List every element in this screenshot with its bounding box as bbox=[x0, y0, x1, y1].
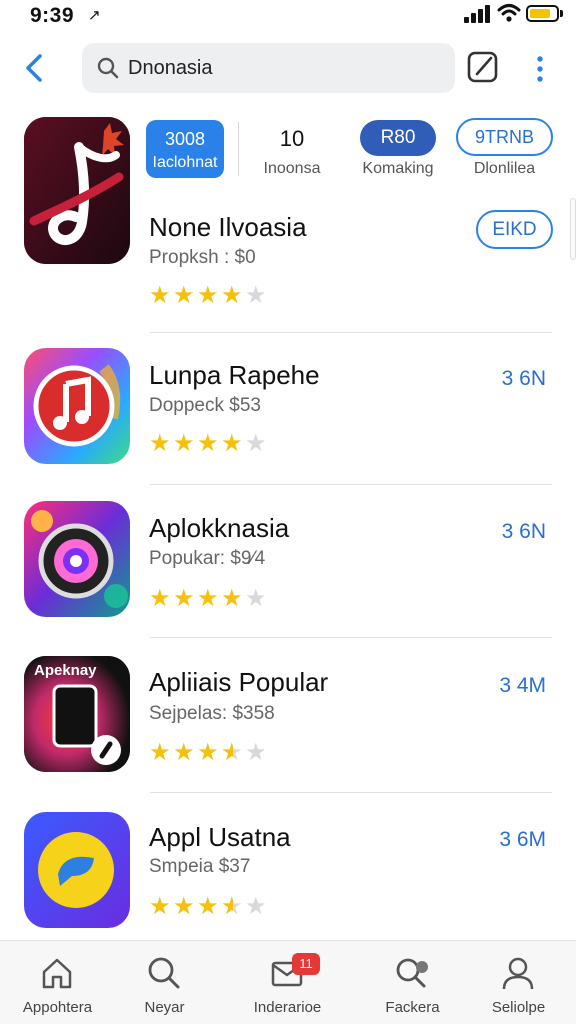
row-divider bbox=[150, 637, 552, 638]
tab-inbox[interactable]: 11 Inderarioe bbox=[230, 941, 345, 1024]
notification-badge: 11 bbox=[292, 953, 320, 975]
star-filled-icon: ★ bbox=[221, 585, 243, 612]
app-rating: ★ ★ ★ ★ ★ bbox=[149, 587, 279, 611]
compass-icon bbox=[24, 501, 130, 617]
featured-app-subtitle: Propksh : $0 bbox=[149, 247, 256, 268]
app-size-button[interactable]: 3 6N bbox=[470, 367, 560, 391]
star-half-icon: ★ ★ bbox=[221, 739, 243, 766]
app-size-button[interactable]: 3 6M bbox=[470, 828, 560, 852]
app-size-button[interactable]: 3 4M bbox=[470, 674, 560, 698]
tab-home[interactable]: Appohtera bbox=[0, 941, 115, 1024]
star-filled-icon: ★ bbox=[149, 430, 171, 457]
tab-label: Neyar bbox=[144, 999, 185, 1016]
status-time: 9:39 bbox=[30, 4, 75, 27]
star-filled-icon: ★ bbox=[173, 893, 195, 920]
metric-pill-label: Iaclohnat bbox=[152, 154, 218, 171]
metric-rank-label: Komaking bbox=[362, 160, 434, 177]
metric-count-label: Inoonsa bbox=[263, 160, 321, 177]
app-subtitle: Smpeia $37 bbox=[149, 856, 251, 877]
metric-rank-pill[interactable]: R80 bbox=[360, 120, 436, 156]
star-filled-icon: ★ bbox=[197, 739, 219, 766]
star-half-icon: ★ ★ bbox=[221, 893, 243, 920]
app-icon-chat[interactable] bbox=[24, 812, 130, 928]
tab-profile[interactable]: Seliolpe bbox=[461, 941, 576, 1024]
star-empty-icon: ★ bbox=[245, 430, 267, 457]
star-filled-icon: ★ bbox=[221, 282, 243, 309]
star-empty-icon: ★ bbox=[245, 585, 267, 612]
star-filled-icon: ★ bbox=[197, 282, 219, 309]
star-filled-icon: ★ bbox=[197, 585, 219, 612]
search-icon bbox=[97, 57, 119, 79]
app-rating: ★ ★ ★ ★ ★ bbox=[149, 432, 279, 456]
metric-age-label: Dlonlilea bbox=[473, 160, 536, 177]
app-rating: ★ ★ ★ ★ ★ ★ bbox=[149, 741, 279, 765]
app-name[interactable]: Lunpa Rapehe bbox=[149, 360, 320, 391]
app-icon-compass[interactable] bbox=[24, 501, 130, 617]
status-bar: 9:39 ↗ bbox=[0, 0, 576, 34]
app-subtitle: Doppeck $53 bbox=[149, 395, 261, 416]
search-input[interactable]: Dnonasia bbox=[82, 43, 455, 93]
app-size-button[interactable]: 3 6N bbox=[470, 520, 560, 544]
star-filled-icon: ★ bbox=[149, 893, 171, 920]
music-note-icon bbox=[24, 348, 130, 464]
star-filled-icon: ★ bbox=[149, 585, 171, 612]
app-subtitle: Sejpelas: $358 bbox=[149, 703, 275, 724]
star-empty-icon: ★ bbox=[245, 739, 267, 766]
star-filled-icon: ★ bbox=[173, 282, 195, 309]
metric-pill-value: 3008 bbox=[164, 129, 206, 149]
music-note-logo-icon bbox=[24, 117, 130, 264]
row-divider bbox=[150, 484, 552, 485]
metric-divider bbox=[238, 122, 239, 176]
star-filled-icon: ★ bbox=[149, 739, 171, 766]
more-options-button[interactable] bbox=[528, 52, 552, 86]
tab-label: Seliolpe bbox=[491, 999, 546, 1016]
tab-label: Appohtera bbox=[22, 999, 93, 1016]
row-divider bbox=[150, 792, 552, 793]
star-empty-icon: ★ bbox=[245, 893, 267, 920]
star-empty-icon: ★ bbox=[245, 282, 267, 309]
star-filled-icon: ★ bbox=[173, 430, 195, 457]
metric-age-pill[interactable]: 9TRNB bbox=[456, 118, 553, 156]
featured-app-icon[interactable] bbox=[24, 117, 130, 264]
metric-count-value: 10 bbox=[279, 126, 305, 151]
chat-bubble-icon bbox=[24, 812, 130, 928]
back-button[interactable] bbox=[18, 50, 52, 86]
star-filled-icon: ★ bbox=[197, 430, 219, 457]
scrollbar[interactable] bbox=[570, 198, 576, 260]
search-query: Dnonasia bbox=[128, 57, 213, 79]
tab-search[interactable]: Neyar bbox=[107, 941, 222, 1024]
metric-pill-downloads[interactable]: 3008 Iaclohnat bbox=[146, 120, 224, 178]
star-filled-icon: ★ bbox=[173, 739, 195, 766]
tab-discover[interactable]: Fackera bbox=[355, 941, 470, 1024]
tab-bar: Appohtera Neyar 11 Inderarioe Fackera Se… bbox=[0, 940, 576, 1024]
star-filled-icon: ★ bbox=[149, 282, 171, 309]
featured-app-name[interactable]: None Ilvoasia bbox=[149, 212, 307, 243]
star-filled-icon: ★ bbox=[221, 430, 243, 457]
featured-app-rating: ★ ★ ★ ★ ★ bbox=[149, 284, 279, 308]
star-filled-icon: ★ bbox=[197, 893, 219, 920]
profile-icon bbox=[502, 957, 534, 990]
battery-cap bbox=[560, 10, 563, 17]
app-name[interactable]: Aplokknasia bbox=[149, 513, 289, 544]
app-icon-text: Apeknay bbox=[34, 662, 97, 679]
tab-label: Fackera bbox=[385, 999, 440, 1016]
row-divider bbox=[150, 332, 552, 333]
app-icon-music[interactable] bbox=[24, 348, 130, 464]
share-button[interactable] bbox=[465, 48, 501, 86]
star-filled-icon: ★ bbox=[173, 585, 195, 612]
discover-icon bbox=[396, 958, 428, 988]
featured-get-button[interactable]: EIKD bbox=[476, 210, 553, 249]
search-icon bbox=[148, 957, 180, 989]
home-icon bbox=[42, 958, 72, 989]
app-rating: ★ ★ ★ ★ ★ ★ bbox=[149, 895, 279, 919]
app-subtitle: Popukar: $9⁄4 bbox=[149, 548, 266, 569]
app-icon-phone[interactable]: Apeknay bbox=[24, 656, 130, 772]
app-name[interactable]: Apliiais Popular bbox=[149, 667, 328, 698]
tab-label: Inderarioe bbox=[253, 999, 322, 1016]
app-name[interactable]: Appl Usatna bbox=[149, 822, 291, 853]
battery-icon bbox=[526, 5, 559, 22]
cellular-signal-icon bbox=[464, 5, 492, 23]
wifi-icon bbox=[497, 4, 521, 22]
location-arrow-icon: ↗ bbox=[88, 7, 101, 24]
